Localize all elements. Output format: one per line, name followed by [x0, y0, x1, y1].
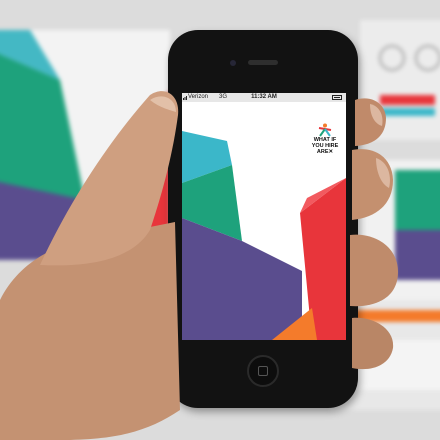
photo-scene: Verizon 3G 11:32 AM WHAT IF YOU HIRE ARE…	[0, 0, 440, 440]
hand	[0, 91, 398, 440]
